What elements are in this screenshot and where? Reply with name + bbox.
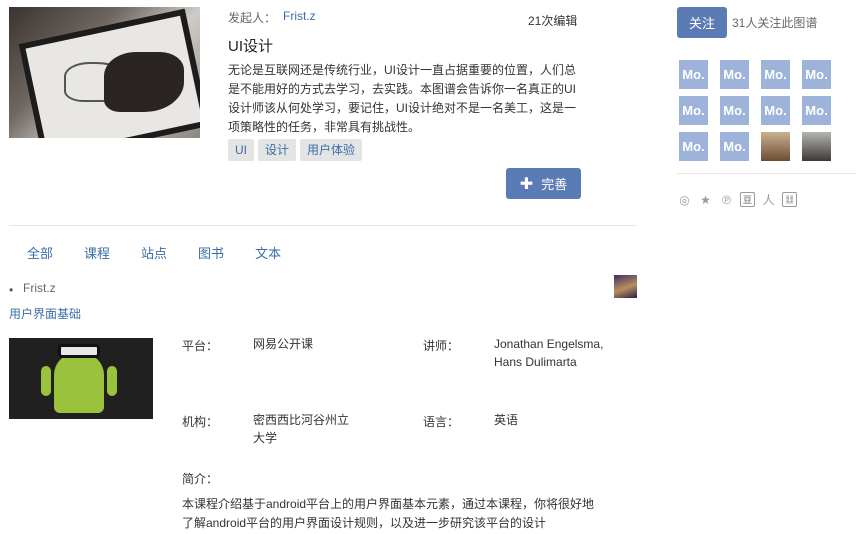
page-title: UI设计 — [228, 38, 274, 55]
share-bar: ◎ ★ ℗ 豆 人 ䷗ — [677, 192, 797, 207]
follower-avatar[interactable]: Mo. — [802, 96, 831, 125]
teacher-label: 讲师： — [423, 339, 460, 353]
bullet-icon: • — [9, 283, 14, 297]
renren-icon[interactable]: 人 — [761, 192, 776, 207]
follower-avatars: Mo. Mo. Mo. Mo. Mo. Mo. Mo. Mo. Mo. Mo. — [679, 60, 831, 161]
follower-avatar[interactable]: Mo. — [761, 96, 790, 125]
follower-avatar-photo[interactable] — [802, 132, 831, 161]
pinterest-icon[interactable]: ℗ — [719, 192, 734, 207]
tab-text[interactable]: 文本 — [255, 243, 281, 262]
tab-sites[interactable]: 站点 — [141, 243, 167, 262]
follower-avatar[interactable]: Mo. — [802, 60, 831, 89]
tab-bar: 全部 课程 站点 图书 文本 — [27, 243, 312, 262]
follower-avatar[interactable]: Mo. — [761, 60, 790, 89]
edit-count[interactable]: 21次编辑 — [528, 12, 577, 29]
map-description: 无论是互联网还是传统行业，UI设计一直占据重要的位置，人们总是不能用好的方式去学… — [228, 63, 577, 134]
follower-avatar[interactable]: Mo. — [679, 96, 708, 125]
tab-books[interactable]: 图书 — [198, 243, 224, 262]
course-title-link[interactable]: 用户界面基础 — [9, 305, 81, 322]
platform-label: 平台： — [182, 339, 219, 353]
tag-ux[interactable]: 用户体验 — [300, 139, 363, 161]
star-icon[interactable]: ★ — [698, 192, 713, 207]
intro-label: 简介： — [182, 472, 219, 486]
tab-all[interactable]: 全部 — [27, 243, 53, 262]
copy-icon[interactable]: ䷗ — [782, 192, 797, 207]
follower-avatar[interactable]: Mo. — [720, 132, 749, 161]
map-cover-image — [9, 7, 200, 138]
tag-ui[interactable]: UI — [228, 139, 254, 161]
follower-avatar[interactable]: Mo. — [679, 60, 708, 89]
complete-button-label: 完善 — [541, 177, 568, 192]
initiator-label: 发起人： — [228, 11, 277, 25]
course-thumbnail[interactable] — [9, 338, 153, 419]
follower-count: 31人关注此图谱 — [732, 16, 818, 30]
tag-list: UI 设计 用户体验 — [228, 139, 363, 161]
tag-design[interactable]: 设计 — [258, 139, 297, 161]
complete-button[interactable]: ✚ 完善 — [506, 168, 581, 199]
douban-icon[interactable]: 豆 — [740, 192, 755, 207]
sidebar-divider — [677, 173, 856, 174]
weibo-icon[interactable]: ◎ — [677, 192, 692, 207]
contributor-name[interactable]: Frist.z — [23, 281, 56, 295]
plus-icon: ✚ — [519, 175, 534, 193]
divider — [9, 225, 637, 226]
org-value: 密西西比河谷州立大学 — [253, 413, 350, 445]
intro-text: 本课程介绍基于android平台上的用户界面基本元素，通过本课程，你将很好地了解… — [182, 497, 595, 530]
platform-value: 网易公开课 — [253, 337, 314, 351]
contributor-avatar[interactable] — [614, 275, 637, 298]
initiator-link[interactable]: Frist.z — [283, 9, 316, 23]
tab-courses[interactable]: 课程 — [84, 243, 110, 262]
language-label: 语言： — [423, 415, 460, 429]
org-label: 机构： — [182, 415, 219, 429]
follower-avatar[interactable]: Mo. — [720, 60, 749, 89]
follower-avatar[interactable]: Mo. — [720, 96, 749, 125]
follower-avatar[interactable]: Mo. — [679, 132, 708, 161]
follow-button[interactable]: 关注 — [677, 7, 727, 38]
follower-avatar-photo[interactable] — [761, 132, 790, 161]
teacher-value: Jonathan Engelsma, Hans Dulimarta — [494, 337, 604, 369]
language-value: 英语 — [494, 413, 519, 427]
